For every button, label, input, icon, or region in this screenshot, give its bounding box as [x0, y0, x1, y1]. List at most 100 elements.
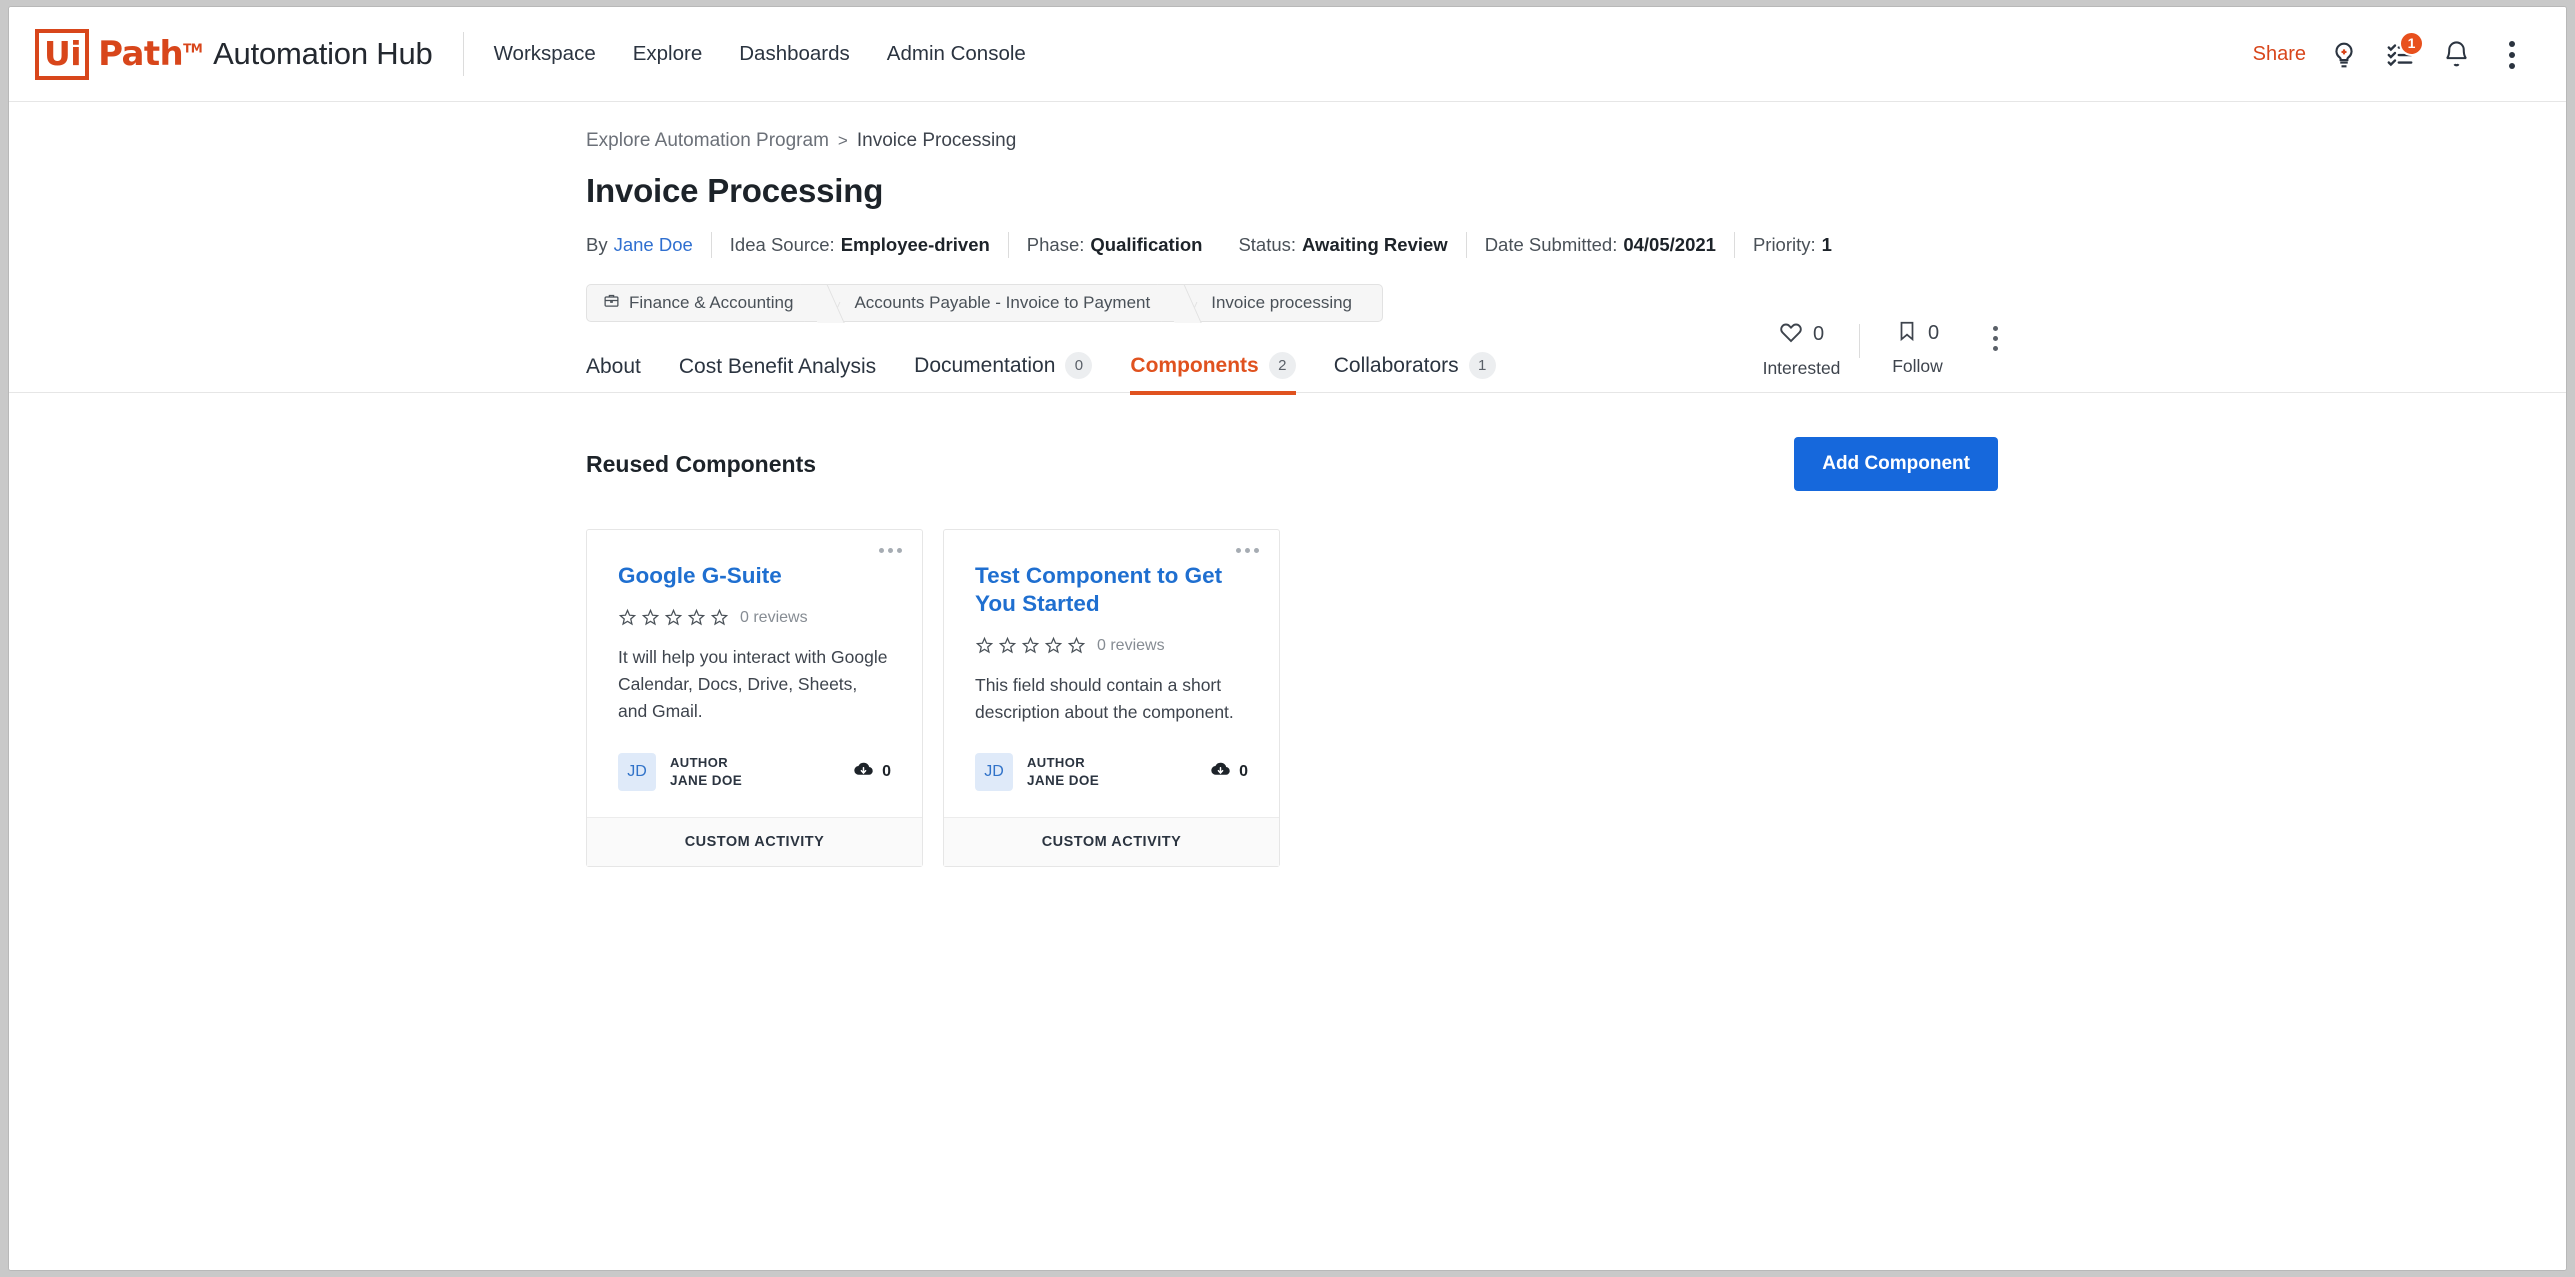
meta-idea-source-label: Idea Source:	[729, 234, 835, 255]
tab-label: About	[586, 355, 641, 378]
trail-item-category[interactable]: Finance & Accounting	[586, 284, 825, 322]
tab-label: Documentation	[914, 353, 1056, 377]
tab-components[interactable]: Components 2	[1130, 352, 1297, 395]
card-downloads-count: 0	[1239, 762, 1248, 780]
tab-collaborators[interactable]: Collaborators 1	[1334, 352, 1496, 393]
card-downloads: 0	[1210, 759, 1248, 785]
browser-window: Ui PathTM Automation Hub Workspace Explo…	[8, 6, 2567, 1271]
avatar: JD	[975, 752, 1013, 791]
component-card[interactable]: Test Component to Get You Started 0 revi…	[943, 529, 1280, 867]
meta-phase-value: Qualification	[1090, 234, 1203, 255]
tabs-bar: About Cost Benefit Analysis Documentatio…	[9, 352, 2566, 395]
tab-label: Collaborators	[1333, 353, 1459, 377]
trail-item-label: Accounts Payable - Invoice to Payment	[854, 293, 1151, 312]
card-author-text: AUTHOR JANE DOE	[670, 755, 742, 788]
card-author-kicker: AUTHOR	[1027, 755, 1086, 770]
cloud-download-icon	[853, 759, 874, 785]
meta-status-label: Status:	[1238, 234, 1297, 255]
follow-count: 0	[1927, 322, 1940, 344]
interested-button[interactable]: 0 Interested	[1744, 320, 1859, 379]
heart-icon	[1779, 320, 1803, 349]
component-card[interactable]: Google G-Suite 0 reviews It will help yo…	[586, 529, 923, 867]
card-reviews-count: 0 reviews	[1097, 636, 1165, 654]
breadcrumb-parent[interactable]: Explore Automation Program	[586, 130, 829, 152]
meta-status: Status: Awaiting Review	[1220, 234, 1465, 256]
card-downloads-count: 0	[882, 762, 891, 780]
trademark-icon: TM	[183, 41, 203, 56]
section-title: Reused Components	[586, 450, 817, 477]
idea-overflow-menu-icon[interactable]	[1993, 326, 1998, 351]
nav-dashboards[interactable]: Dashboards	[739, 42, 850, 66]
follow-button[interactable]: 0 Follow	[1860, 320, 1975, 377]
product-name: Automation Hub	[213, 36, 433, 71]
logo-ui-mark: Ui	[35, 28, 90, 80]
lightbulb-plus-icon[interactable]	[2316, 27, 2372, 83]
card-author-name: JANE DOE	[1027, 773, 1100, 788]
meta-status-value: Awaiting Review	[1302, 234, 1448, 255]
meta-date-label: Date Submitted:	[1484, 234, 1618, 255]
meta-phase-label: Phase:	[1026, 234, 1085, 255]
follow-top: 0	[1896, 320, 1939, 347]
star-rating-icons[interactable]	[975, 636, 1086, 655]
trail-item-process[interactable]: Accounts Payable - Invoice to Payment	[823, 284, 1182, 322]
meta-author-link[interactable]: Jane Doe	[614, 234, 693, 256]
meta-phase: Phase: Qualification	[1009, 234, 1221, 256]
tab-list: About Cost Benefit Analysis Documentatio…	[586, 352, 2526, 395]
chevron-right-icon: >	[837, 131, 848, 150]
section-header: Reused Components Add Component	[586, 437, 1998, 491]
meta-date-value: 04/05/2021	[1623, 234, 1716, 255]
meta-priority-value: 1	[1821, 234, 1832, 255]
meta-idea-source-value: Employee-driven	[840, 234, 990, 255]
tab-about[interactable]: About	[586, 355, 641, 393]
card-title[interactable]: Test Component to Get You Started	[975, 562, 1248, 618]
tab-documentation[interactable]: Documentation 0	[914, 352, 1093, 393]
card-reviews-count: 0 reviews	[740, 608, 808, 626]
breadcrumb: Explore Automation Program > Invoice Pro…	[586, 102, 2526, 152]
overflow-menu-icon[interactable]	[2484, 27, 2540, 83]
nav-workspace[interactable]: Workspace	[494, 42, 596, 66]
card-title[interactable]: Google G-Suite	[618, 562, 891, 590]
header-actions: Share 1	[2253, 7, 2540, 102]
logo-path-text: PathTM	[98, 34, 203, 74]
component-card-list: Google G-Suite 0 reviews It will help yo…	[586, 529, 2526, 867]
header-divider	[462, 32, 464, 76]
meta-idea-source: Idea Source: Employee-driven	[712, 234, 1008, 256]
idea-meta-row: By Jane Doe Idea Source: Employee-driven…	[586, 232, 2526, 258]
meta-by-label: By	[586, 234, 608, 255]
tab-cost-benefit-analysis[interactable]: Cost Benefit Analysis	[679, 355, 876, 393]
page-body: Explore Automation Program > Invoice Pro…	[9, 102, 2566, 1270]
share-button[interactable]: Share	[2253, 43, 2306, 66]
card-author-text: AUTHOR JANE DOE	[1027, 755, 1099, 788]
add-component-button[interactable]: Add Component	[1794, 437, 1998, 491]
card-overflow-menu-icon[interactable]	[1236, 548, 1259, 553]
interested-count: 0	[1812, 323, 1825, 345]
card-description: This field should contain a short descri…	[975, 675, 1234, 723]
card-author-row: JD AUTHOR JANE DOE 0	[975, 727, 1248, 817]
tab-count-badge: 0	[1065, 352, 1093, 379]
page-title: Invoice Processing	[586, 172, 884, 209]
bell-icon[interactable]	[2428, 27, 2484, 83]
uipath-logo[interactable]: Ui PathTM Automation Hub	[35, 28, 433, 80]
interested-top: 0	[1779, 320, 1824, 349]
briefcase-icon	[603, 292, 620, 314]
card-type-footer: CUSTOM ACTIVITY	[944, 816, 1279, 866]
card-author-kicker: AUTHOR	[670, 755, 729, 770]
trail-item-label: Invoice processing	[1211, 293, 1353, 312]
task-list-icon[interactable]: 1	[2372, 27, 2428, 83]
avatar: JD	[618, 752, 656, 791]
meta-priority-label: Priority:	[1752, 234, 1816, 255]
taxonomy-trail: Finance & Accounting Accounts Payable - …	[586, 284, 2526, 322]
follow-label: Follow	[1892, 356, 1943, 376]
star-rating-icons[interactable]	[618, 608, 729, 627]
nav-explore[interactable]: Explore	[633, 42, 703, 66]
app-header: Ui PathTM Automation Hub Workspace Explo…	[9, 7, 2566, 102]
card-overflow-menu-icon[interactable]	[879, 548, 902, 553]
trail-item-subprocess[interactable]: Invoice processing	[1180, 284, 1384, 322]
card-type-footer: CUSTOM ACTIVITY	[587, 816, 922, 866]
main-nav: Workspace Explore Dashboards Admin Conso…	[494, 42, 1026, 66]
card-rating: 0 reviews	[975, 636, 1248, 655]
card-description: It will help you interact with Google Ca…	[618, 647, 888, 722]
nav-admin-console[interactable]: Admin Console	[887, 42, 1026, 66]
cloud-download-icon	[1210, 759, 1231, 785]
tab-count-badge: 2	[1268, 352, 1296, 379]
